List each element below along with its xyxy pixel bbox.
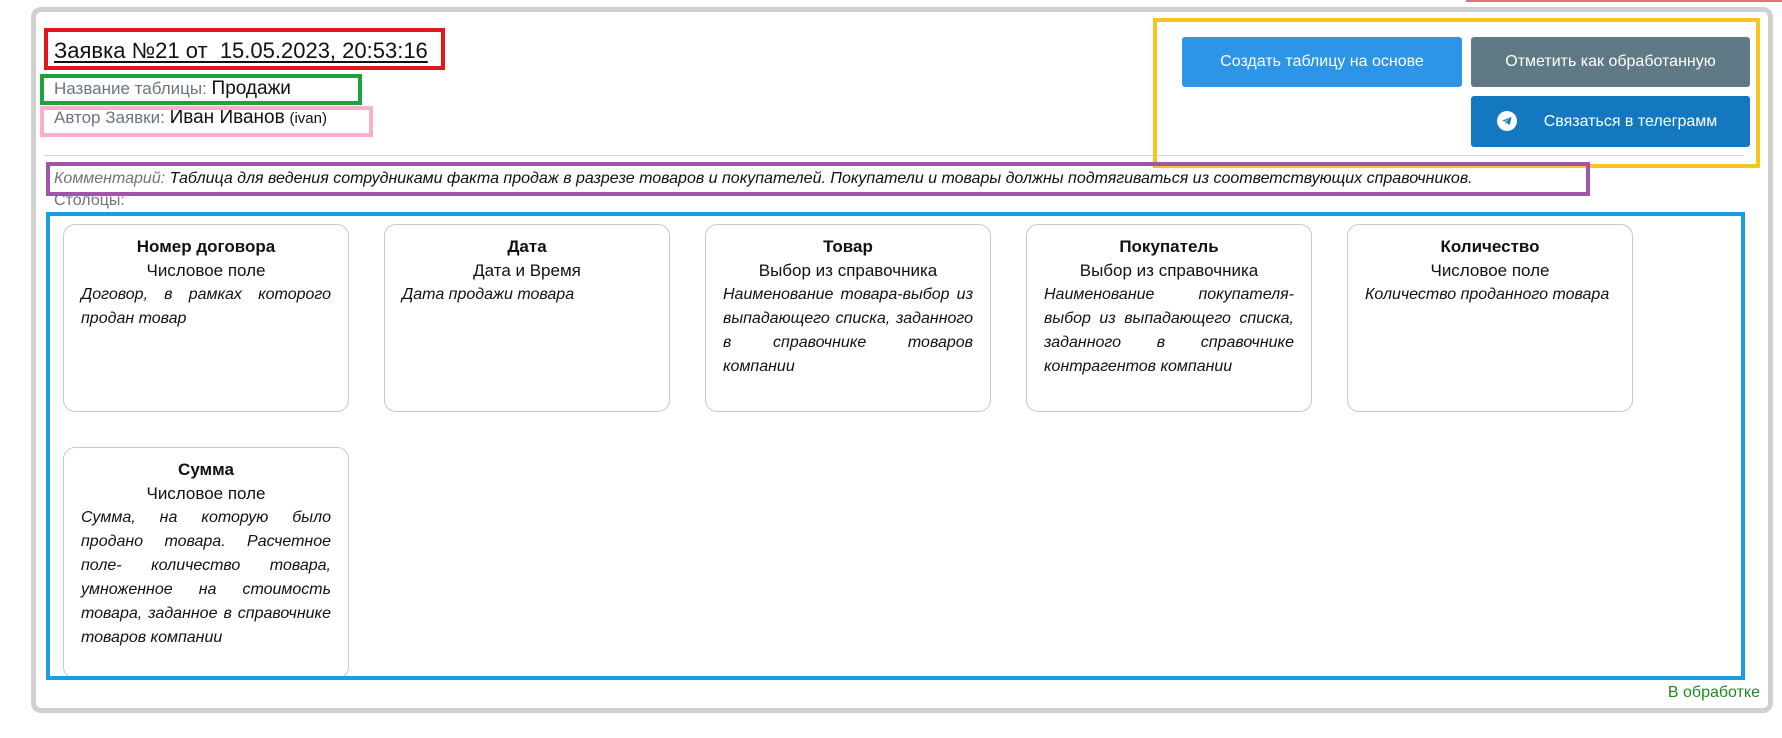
telegram-contact-label: Связаться в телеграмм bbox=[1543, 112, 1718, 130]
author-label: Автор Заявки: bbox=[54, 108, 165, 127]
columns-label: Столбцы: bbox=[54, 192, 125, 209]
column-type: Дата и Время bbox=[473, 261, 581, 280]
header-divider bbox=[44, 155, 1744, 156]
column-description: Договор, в рамках которого продан товар bbox=[81, 286, 331, 327]
column-description: Количество проданного товара bbox=[1365, 286, 1610, 303]
column-name: Номер договора bbox=[136, 237, 276, 256]
column-description: Наименование покупателя-выбор из выпадаю… bbox=[1044, 286, 1294, 375]
table-name-line: Название таблицы: Продажи bbox=[54, 78, 291, 100]
author-line: Автор Заявки: Иван Иванов (ivan) bbox=[54, 107, 327, 130]
column-card: Сумма Числовое поле Сумма, на которую бы… bbox=[63, 447, 349, 679]
column-card: Товар Выбор из справочника Наименование … bbox=[705, 224, 991, 412]
request-title[interactable]: Заявка №21 от 15.05.2023, 20:53:16 bbox=[54, 37, 428, 65]
comment-text: Таблица для ведения сотрудниками факта п… bbox=[169, 170, 1473, 187]
top-edge-mark bbox=[1466, 0, 1782, 2]
table-name-value: Продажи bbox=[211, 78, 291, 99]
column-type: Выбор из справочника bbox=[758, 261, 938, 280]
status-badge: В обработке bbox=[1667, 684, 1760, 701]
column-card: Покупатель Выбор из справочника Наименов… bbox=[1026, 224, 1312, 412]
create-table-button[interactable]: Создать таблицу на основе bbox=[1182, 37, 1462, 87]
column-name: Количество bbox=[1440, 237, 1540, 256]
column-type: Выбор из справочника bbox=[1079, 261, 1259, 280]
column-description: Дата продажи товара bbox=[402, 286, 575, 303]
create-table-label: Создать таблицу на основе bbox=[1220, 53, 1424, 70]
telegram-contact-button[interactable]: Связаться в телеграмм bbox=[1471, 96, 1750, 147]
column-card: Дата Дата и Время Дата продажи товара bbox=[384, 224, 670, 412]
author-name: Иван Иванов bbox=[169, 107, 285, 128]
telegram-icon bbox=[1497, 111, 1517, 131]
comment-line: Комментарий: Таблица для ведения сотрудн… bbox=[54, 168, 1473, 190]
column-card: Количество Числовое поле Количество прод… bbox=[1347, 224, 1633, 412]
mark-processed-label: Отметить как обработанную bbox=[1505, 53, 1716, 70]
comment-label: Комментарий: bbox=[54, 170, 166, 187]
column-type: Числовое поле bbox=[146, 484, 266, 503]
column-card: Номер договора Числовое поле Договор, в … bbox=[63, 224, 349, 412]
column-description: Наименование товара-выбор из выпадающего… bbox=[723, 286, 973, 375]
column-name: Сумма bbox=[178, 460, 234, 479]
mark-processed-button[interactable]: Отметить как обработанную bbox=[1471, 37, 1750, 87]
column-name: Покупатель bbox=[1119, 237, 1219, 256]
column-type: Числовое поле bbox=[1430, 261, 1550, 280]
column-name: Товар bbox=[823, 237, 873, 256]
table-name-label: Название таблицы: bbox=[54, 79, 207, 98]
column-name: Дата bbox=[507, 237, 547, 256]
column-description: Сумма, на которую было продано товара. Р… bbox=[81, 509, 331, 646]
author-login: (ivan) bbox=[289, 110, 327, 127]
column-type: Числовое поле bbox=[146, 261, 266, 280]
